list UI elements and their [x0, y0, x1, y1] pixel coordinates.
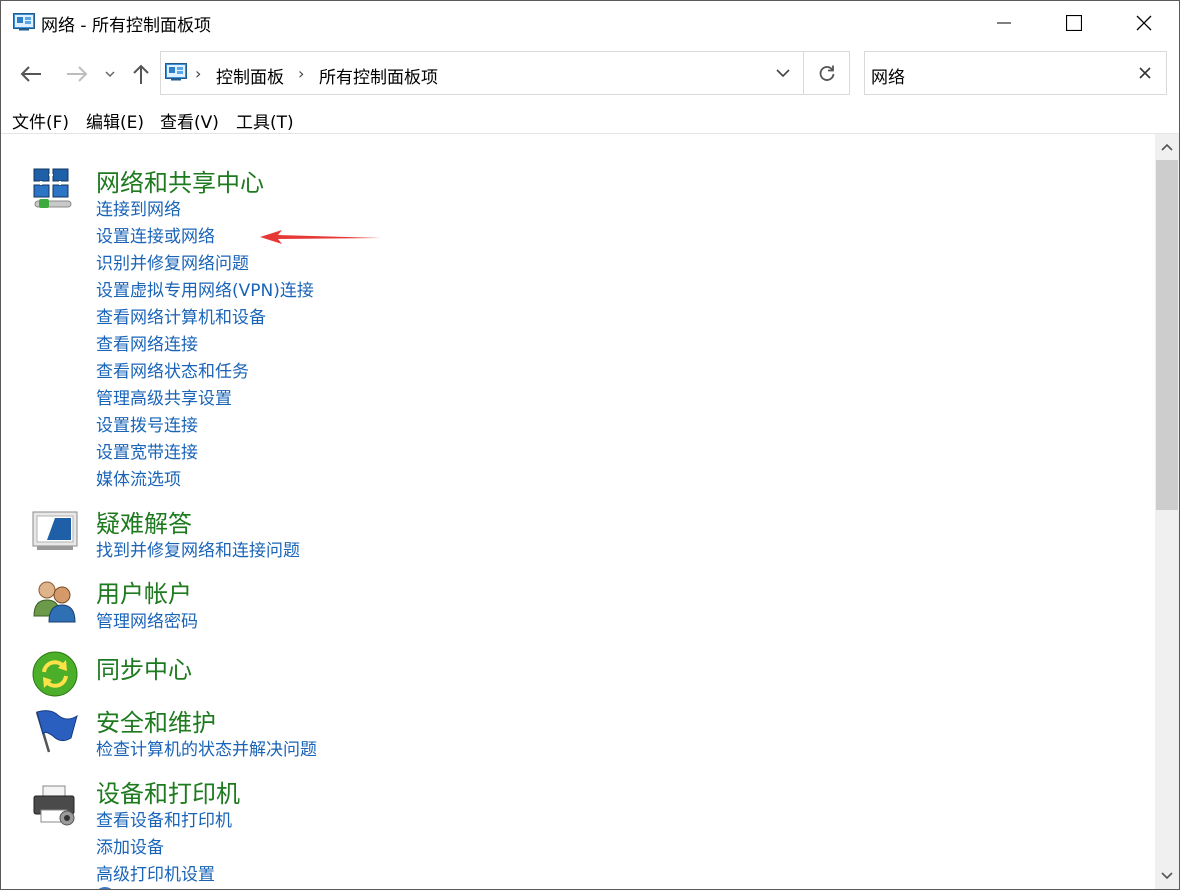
close-button[interactable]: [1109, 1, 1179, 45]
menu-file[interactable]: 文件(F): [12, 108, 69, 133]
link-manage-network-passwords[interactable]: 管理网络密码: [96, 607, 198, 632]
annotation-arrow-icon: [260, 230, 381, 244]
forward-button[interactable]: [63, 59, 91, 89]
link-media-streaming[interactable]: 媒体流选项: [96, 465, 181, 490]
control-panel-icon: [13, 13, 35, 31]
link-view-network-status[interactable]: 查看网络状态和任务: [96, 357, 249, 382]
scroll-down-button[interactable]: [1155, 863, 1179, 889]
menu-edit[interactable]: 编辑(E): [86, 108, 144, 133]
chevron-up-icon: [1161, 143, 1173, 151]
section-title-network-sharing[interactable]: 网络和共享中心: [96, 163, 264, 198]
minimize-icon: [997, 22, 1011, 24]
link-fix-network-problems[interactable]: 找到并修复网络和连接问题: [96, 536, 300, 561]
section-title-devices-printers[interactable]: 设备和打印机: [96, 774, 240, 809]
link-setup-connection[interactable]: 设置连接或网络: [96, 222, 215, 247]
breadcrumb-all-items[interactable]: 所有控制面板项: [319, 63, 438, 88]
up-button[interactable]: [129, 59, 153, 89]
menu-view[interactable]: 查看(V): [160, 108, 219, 133]
chevron-down-icon: [105, 71, 115, 78]
breadcrumb-chevron-icon[interactable]: ›: [298, 64, 304, 83]
refresh-button[interactable]: [803, 52, 850, 94]
breadcrumb-chevron-icon[interactable]: ›: [195, 64, 201, 83]
vertical-scrollbar[interactable]: [1155, 134, 1179, 889]
back-arrow-icon: [20, 66, 41, 82]
partial-section-icon: [98, 887, 112, 889]
close-icon: [1136, 15, 1152, 31]
recent-locations-button[interactable]: [101, 59, 119, 89]
address-bar[interactable]: › 控制面板 › 所有控制面板项: [160, 51, 850, 95]
results-pane: 网络和共享中心 连接到网络 设置连接或网络 识别并修复网络问题 设置虚拟专用网络…: [1, 134, 1155, 889]
up-arrow-icon: [133, 64, 149, 84]
search-box[interactable]: 网络: [864, 51, 1167, 95]
clear-search-button[interactable]: [1134, 62, 1156, 84]
section-title-sync-center[interactable]: 同步中心: [96, 650, 192, 685]
link-advanced-sharing[interactable]: 管理高级共享设置: [96, 384, 232, 409]
link-setup-dialup[interactable]: 设置拨号连接: [96, 411, 198, 436]
refresh-icon: [819, 65, 835, 81]
link-view-devices-printers[interactable]: 查看设备和打印机: [96, 806, 232, 831]
troubleshooting-icon: [32, 511, 78, 550]
section-title-security-maintenance[interactable]: 安全和维护: [96, 703, 216, 738]
scroll-up-button[interactable]: [1155, 134, 1179, 160]
scrollbar-thumb[interactable]: [1156, 160, 1178, 510]
link-add-device[interactable]: 添加设备: [96, 833, 164, 858]
security-flag-icon: [35, 710, 78, 753]
link-setup-broadband[interactable]: 设置宽带连接: [96, 438, 198, 463]
maximize-icon: [1066, 15, 1082, 31]
printer-icon: [33, 785, 75, 826]
back-button[interactable]: [17, 59, 45, 89]
close-icon: [1139, 67, 1151, 79]
breadcrumb-control-panel[interactable]: 控制面板: [216, 63, 284, 88]
link-view-network-computers[interactable]: 查看网络计算机和设备: [96, 303, 266, 328]
link-check-computer-status[interactable]: 检查计算机的状态并解决问题: [96, 735, 317, 760]
menu-tools[interactable]: 工具(T): [236, 108, 294, 133]
maximize-button[interactable]: [1039, 1, 1109, 45]
chevron-down-icon: [776, 68, 790, 77]
link-diagnose-network[interactable]: 识别并修复网络问题: [96, 249, 249, 274]
link-setup-vpn[interactable]: 设置虚拟专用网络(VPN)连接: [96, 276, 314, 301]
forward-arrow-icon: [67, 66, 88, 82]
title-bar: 网络 - 所有控制面板项: [1, 1, 1179, 45]
section-title-troubleshooting[interactable]: 疑难解答: [96, 504, 192, 539]
control-panel-window: 网络 - 所有控制面板项 › 控制面板 › 所有控制面板项 网络 文件(F) 编…: [0, 0, 1180, 890]
chevron-down-icon: [1161, 872, 1173, 880]
search-input[interactable]: 网络: [871, 63, 905, 88]
link-view-connections[interactable]: 查看网络连接: [96, 330, 198, 355]
sync-center-icon: [32, 651, 78, 697]
link-connect-network[interactable]: 连接到网络: [96, 195, 181, 220]
address-history-button[interactable]: [763, 52, 803, 94]
menu-bar: 文件(F) 编辑(E) 查看(V) 工具(T): [1, 105, 1179, 134]
network-sharing-icon: [33, 168, 72, 208]
control-panel-icon: [165, 63, 187, 81]
window-title: 网络 - 所有控制面板项: [41, 16, 211, 36]
section-title-user-accounts[interactable]: 用户帐户: [96, 574, 192, 609]
minimize-button[interactable]: [969, 1, 1039, 45]
user-accounts-icon: [33, 581, 76, 623]
